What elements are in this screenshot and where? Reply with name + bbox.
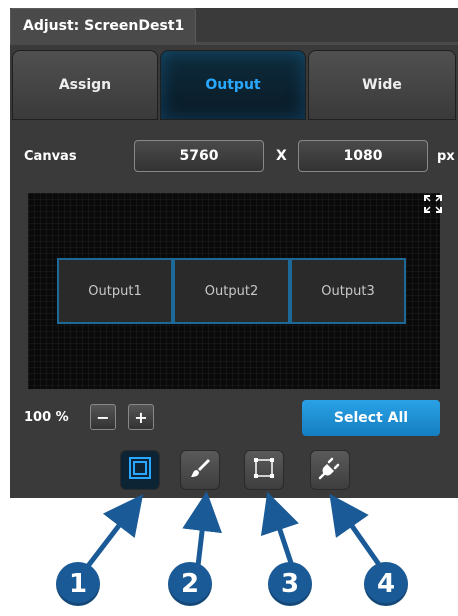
arrow-1 [86, 494, 144, 568]
arrow-4 [329, 493, 383, 568]
callout-1: 1 [56, 562, 100, 606]
callout-3: 3 [268, 562, 312, 606]
callout-arrows [86, 491, 383, 568]
arrow-2 [182, 491, 222, 567]
callout-2: 2 [168, 562, 212, 606]
arrow-3 [260, 491, 299, 567]
callout-4: 4 [364, 562, 408, 606]
